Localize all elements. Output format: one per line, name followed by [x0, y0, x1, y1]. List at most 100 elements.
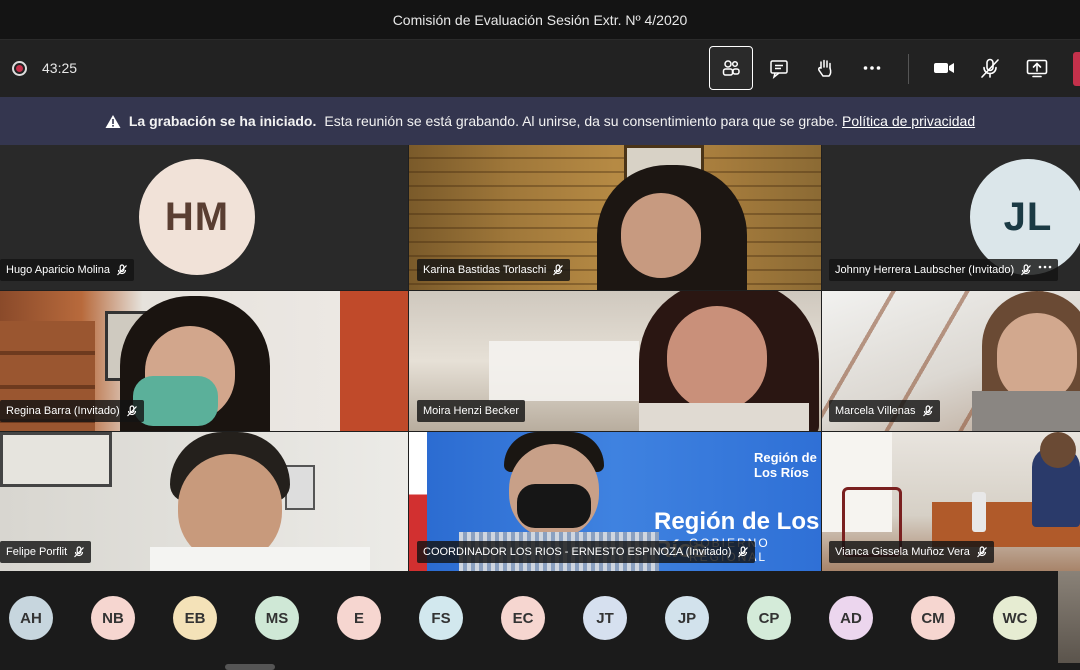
- person-clothing: [150, 547, 370, 571]
- camera-icon: [934, 63, 954, 73]
- participant-video-tile[interactable]: Regina Barra (Invitado): [0, 291, 408, 431]
- banner-title: La grabación se ha iniciado.: [128, 113, 317, 129]
- participant-tile[interactable]: JL Johnny Herrera Laubscher (Invitado): [822, 145, 1080, 290]
- avatar-initials: EC: [512, 609, 534, 627]
- avatar-initials: E: [353, 609, 364, 627]
- participant-name: Felipe Porflit: [6, 546, 68, 558]
- participants-icon: [722, 60, 740, 76]
- privacy-policy-link[interactable]: Política de privacidad: [842, 113, 975, 129]
- avatar: JL: [970, 159, 1080, 275]
- mic-muted-icon: [981, 58, 999, 78]
- participant-name: Vianca Gissela Muñoz Vera: [835, 546, 970, 558]
- participants-button[interactable]: [709, 46, 753, 90]
- participant-tile[interactable]: HM Hugo Aparicio Molina: [0, 145, 408, 290]
- avatar: HM: [139, 159, 255, 275]
- mute-button[interactable]: [968, 46, 1012, 90]
- banner-message: Esta reunión se está grabando. Al unirse…: [324, 113, 839, 129]
- avatar-initials: WC: [1002, 609, 1028, 627]
- avatar-initials: AD: [840, 609, 862, 627]
- participant-video-tile[interactable]: Región de Los Ríos Región de Los Ríos GO…: [409, 432, 821, 571]
- window-light: [489, 341, 639, 401]
- avatar-initials: JT: [596, 609, 614, 627]
- participant-name: Moira Henzi Becker: [423, 405, 519, 417]
- participant-name: Marcela Villenas: [835, 405, 916, 417]
- participant-name-label: Vianca Gissela Muñoz Vera: [829, 541, 994, 563]
- roster-avatar[interactable]: CM: [911, 596, 955, 640]
- participant-video-tile[interactable]: Vianca Gissela Muñoz Vera: [822, 432, 1080, 571]
- avatar-initials: EB: [184, 609, 206, 627]
- participant-name: Hugo Aparicio Molina: [6, 264, 110, 276]
- avatar-initials: CM: [921, 609, 945, 627]
- participant-name: COORDINADOR LOS RIOS - ERNESTO ESPINOZA …: [423, 546, 732, 558]
- toolbar-divider: [908, 54, 909, 84]
- person-face: [997, 313, 1077, 403]
- roster-avatar[interactable]: MS: [255, 596, 299, 640]
- avatar-initials: NB: [102, 609, 124, 627]
- roster-scrollbar[interactable]: [225, 664, 275, 670]
- participant-name: Regina Barra (Invitado): [6, 405, 120, 417]
- avatar-initials: MS: [265, 609, 289, 627]
- leave-button[interactable]: [1073, 52, 1080, 86]
- person-clothing: [639, 403, 809, 431]
- participant-name-label: Felipe Porflit: [0, 541, 92, 563]
- warning-icon: [105, 114, 121, 129]
- participant-video-tile[interactable]: Marcela Villenas: [822, 291, 1080, 431]
- mic-muted-icon: [922, 405, 934, 417]
- mic-muted-icon: [73, 546, 85, 558]
- door: [340, 291, 408, 431]
- participant-name-label: Marcela Villenas: [829, 400, 940, 422]
- participant-video-tile[interactable]: Felipe Porflit: [0, 432, 408, 571]
- mic-muted-icon: [1020, 264, 1032, 276]
- video-grid: HM Hugo Aparicio Molina Karina Bastidas …: [0, 145, 1080, 571]
- mic-muted-icon: [552, 264, 564, 276]
- person-face: [1040, 432, 1076, 468]
- roster-avatar[interactable]: CP: [747, 596, 791, 640]
- face-mask: [517, 484, 591, 528]
- avatar-initials: HM: [164, 194, 230, 239]
- participant-name-label: Regina Barra (Invitado): [0, 400, 144, 422]
- participant-name-label: Johnny Herrera Laubscher (Invitado): [829, 259, 1059, 281]
- person-face: [667, 306, 767, 411]
- avatar-initials: JL: [1003, 194, 1053, 239]
- roster-avatar[interactable]: E: [337, 596, 381, 640]
- avatar-initials: JP: [677, 609, 697, 627]
- participant-name-label: Hugo Aparicio Molina: [0, 259, 134, 281]
- participant-roster: AH NB EB MS E FS EC JT JP CP AD CM WC: [0, 571, 1080, 670]
- bottle: [972, 492, 986, 532]
- chat-button[interactable]: [757, 46, 801, 90]
- participant-name: Johnny Herrera Laubscher (Invitado): [835, 264, 1015, 276]
- person-clothing: [972, 391, 1080, 431]
- roster-avatar[interactable]: EB: [173, 596, 217, 640]
- self-video-preview[interactable]: [1058, 571, 1080, 663]
- meeting-timer: 43:25: [42, 60, 78, 76]
- roster-avatar[interactable]: EC: [501, 596, 545, 640]
- raise-hand-button[interactable]: [803, 46, 847, 90]
- roster-avatar[interactable]: AH: [9, 596, 53, 640]
- person-face: [621, 193, 701, 278]
- more-icon: [863, 66, 881, 70]
- camera-button[interactable]: [922, 46, 966, 90]
- roster-avatar[interactable]: NB: [91, 596, 135, 640]
- mic-muted-icon: [737, 546, 749, 558]
- avatar-initials: CP: [758, 609, 780, 627]
- share-screen-icon: [1026, 59, 1048, 78]
- mic-muted-icon: [116, 264, 128, 276]
- mic-muted-icon: [126, 405, 138, 417]
- roster-avatar[interactable]: WC: [993, 596, 1037, 640]
- picture-frame: [0, 432, 112, 487]
- roster-avatar[interactable]: JP: [665, 596, 709, 640]
- more-options-button[interactable]: [850, 46, 894, 90]
- participant-video-tile[interactable]: Moira Henzi Becker: [409, 291, 821, 431]
- share-screen-button[interactable]: [1015, 46, 1059, 90]
- roster-avatar[interactable]: AD: [829, 596, 873, 640]
- raise-hand-icon: [818, 59, 832, 77]
- participant-video-tile[interactable]: Karina Bastidas Torlaschi: [409, 145, 821, 290]
- chat-icon: [770, 60, 788, 79]
- more-icon[interactable]: [1038, 259, 1052, 281]
- participant-name-label: Moira Henzi Becker: [417, 400, 525, 422]
- participant-name-label: Karina Bastidas Torlaschi: [417, 259, 571, 281]
- roster-avatar[interactable]: FS: [419, 596, 463, 640]
- roster-avatar[interactable]: JT: [583, 596, 627, 640]
- participant-name-label: COORDINADOR LOS RIOS - ERNESTO ESPINOZA …: [417, 541, 756, 563]
- avatar-initials: FS: [431, 609, 451, 627]
